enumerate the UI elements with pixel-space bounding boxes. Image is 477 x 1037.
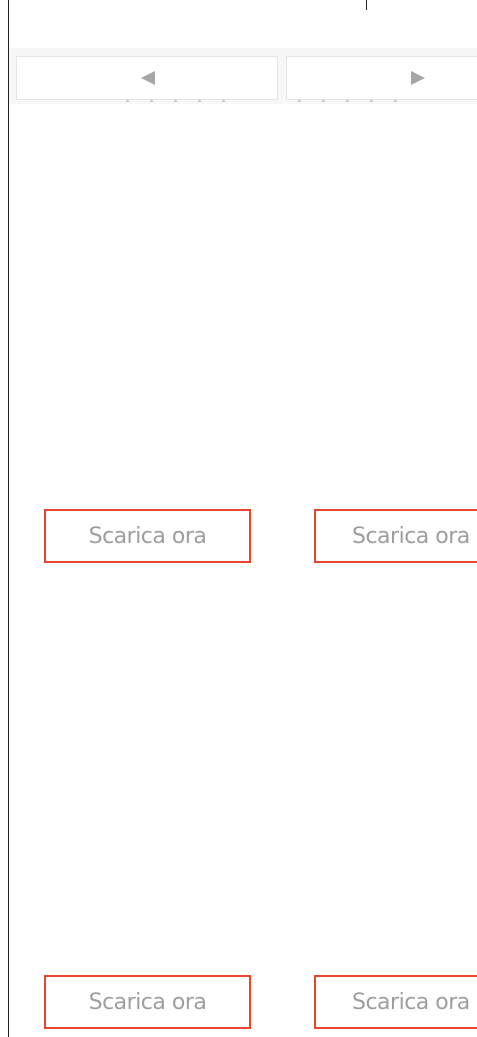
- download-now-button[interactable]: Scarica ora: [44, 509, 251, 563]
- download-now-button[interactable]: Scarica ora: [44, 975, 251, 1029]
- triangle-left-icon: [141, 71, 155, 85]
- divider-dashes: [298, 100, 418, 102]
- download-now-button[interactable]: Scarica ora: [314, 975, 477, 1029]
- page: Scarica ora Scarica ora Scarica ora Scar…: [0, 0, 477, 1037]
- next-button[interactable]: [286, 56, 477, 100]
- top-divider-tick: [366, 0, 367, 10]
- divider-dashes: [126, 100, 246, 102]
- previous-button[interactable]: [16, 56, 278, 100]
- left-border-line: [8, 0, 9, 1037]
- triangle-right-icon: [411, 71, 425, 85]
- download-now-button[interactable]: Scarica ora: [314, 509, 477, 563]
